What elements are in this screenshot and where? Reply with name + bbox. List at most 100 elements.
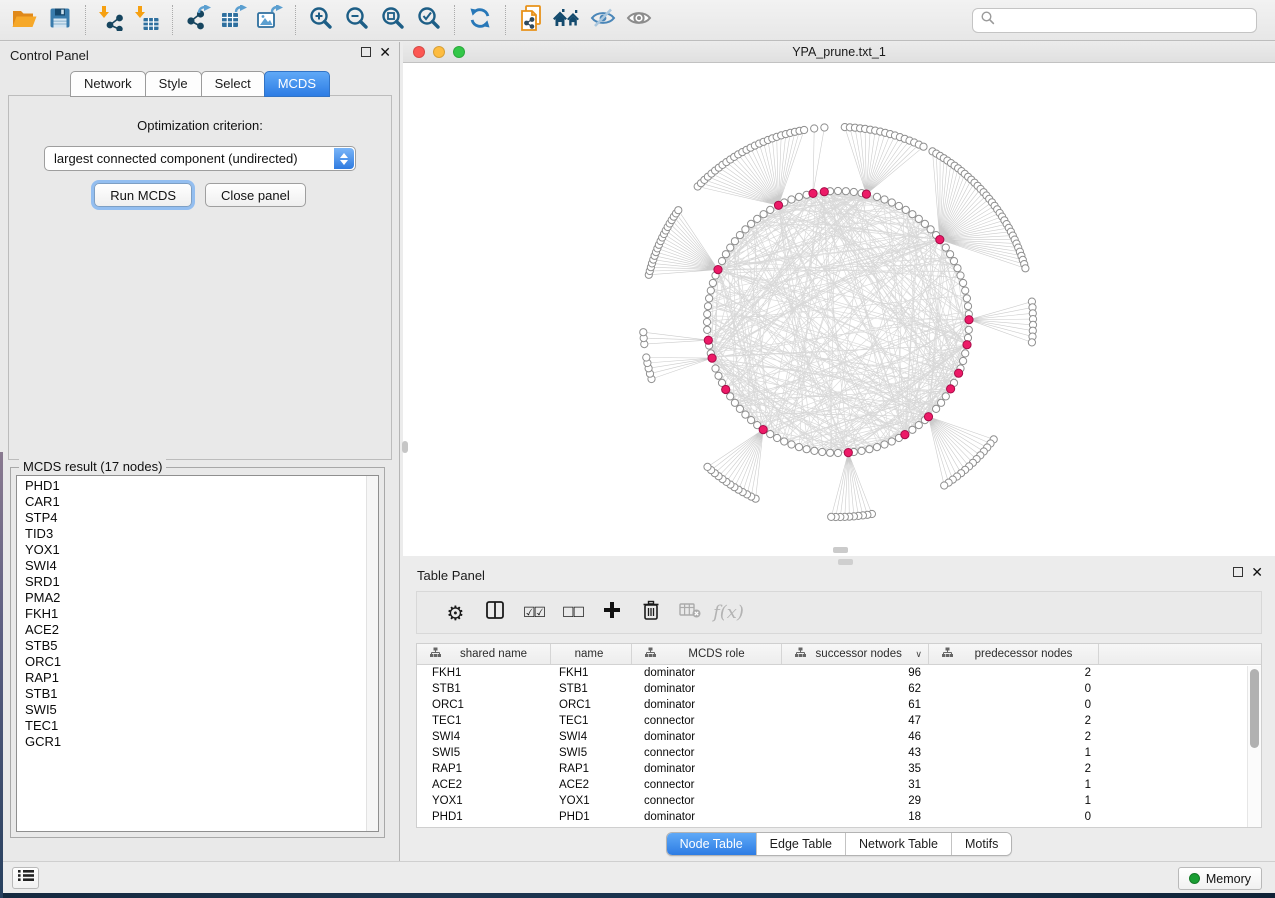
close-panel-button[interactable]: Close panel	[205, 183, 306, 207]
network-node[interactable]	[920, 143, 927, 150]
hide-details-button[interactable]	[585, 3, 621, 37]
global-search-field[interactable]	[972, 8, 1257, 33]
network-node[interactable]	[828, 513, 835, 520]
network-node[interactable]	[962, 287, 969, 294]
list-item[interactable]: PMA2	[17, 590, 378, 606]
create-column-button[interactable]	[592, 601, 631, 624]
table-row[interactable]: ACE2ACE2connector311	[417, 777, 1261, 793]
open-session-button[interactable]	[6, 3, 42, 37]
maximize-window-icon[interactable]	[453, 46, 465, 58]
dominator-node[interactable]	[963, 341, 971, 349]
network-node[interactable]	[933, 405, 940, 412]
table-row[interactable]: SWI4SWI4dominator462	[417, 729, 1261, 745]
network-node[interactable]	[803, 446, 810, 453]
network-node[interactable]	[774, 434, 781, 441]
tab-node-table[interactable]: Node Table	[667, 833, 757, 855]
function-builder-button[interactable]: f(x)	[709, 602, 748, 623]
network-node[interactable]	[704, 303, 711, 310]
list-item[interactable]: TEC1	[17, 718, 378, 734]
network-node[interactable]	[715, 372, 722, 379]
dominator-node[interactable]	[759, 426, 767, 434]
refresh-view-button[interactable]	[462, 3, 498, 37]
close-panel-icon[interactable]: ✕	[379, 47, 391, 57]
dominator-node[interactable]	[965, 316, 973, 324]
tab-style[interactable]: Style	[145, 71, 202, 97]
network-node[interactable]	[909, 426, 916, 433]
delete-table-button[interactable]	[670, 601, 709, 624]
network-node[interactable]	[811, 125, 818, 132]
network-node[interactable]	[902, 206, 909, 213]
list-item[interactable]: GCR1	[17, 734, 378, 750]
network-node[interactable]	[964, 303, 971, 310]
tab-edge-table[interactable]: Edge Table	[757, 833, 846, 855]
delete-column-button[interactable]	[631, 600, 670, 625]
network-node[interactable]	[960, 357, 967, 364]
list-item[interactable]: STP4	[17, 510, 378, 526]
network-node[interactable]	[888, 199, 895, 206]
mcds-result-list[interactable]: PHD1CAR1STP4TID3YOX1SWI4SRD1PMA2FKH1ACE2…	[16, 475, 379, 832]
network-node[interactable]	[788, 441, 795, 448]
network-node[interactable]	[866, 446, 873, 453]
network-node[interactable]	[873, 444, 880, 451]
network-node[interactable]	[941, 482, 948, 489]
dominator-node[interactable]	[722, 385, 730, 393]
task-history-button[interactable]	[12, 867, 39, 889]
network-node[interactable]	[795, 444, 802, 451]
table-row[interactable]: YOX1YOX1connector291	[417, 793, 1261, 809]
network-node[interactable]	[736, 232, 743, 239]
network-node[interactable]	[895, 202, 902, 209]
list-item[interactable]: CAR1	[17, 494, 378, 510]
close-window-icon[interactable]	[413, 46, 425, 58]
network-node[interactable]	[643, 354, 650, 361]
network-node[interactable]	[962, 350, 969, 357]
network-node[interactable]	[788, 196, 795, 203]
column-header-successor-nodes[interactable]: successor nodes ∨	[782, 644, 929, 664]
network-node[interactable]	[960, 279, 967, 286]
import-network-button[interactable]	[93, 3, 129, 37]
network-node[interactable]	[1028, 339, 1035, 346]
network-node[interactable]	[760, 211, 767, 218]
network-node[interactable]	[1022, 265, 1029, 272]
show-details-button[interactable]	[621, 3, 657, 37]
export-network-button[interactable]	[180, 3, 216, 37]
float-panel-icon[interactable]	[1233, 567, 1243, 577]
list-item[interactable]: SRD1	[17, 574, 378, 590]
select-all-button[interactable]: ☑☑	[514, 605, 553, 621]
network-node[interactable]	[821, 124, 828, 131]
list-item[interactable]: SWI5	[17, 702, 378, 718]
column-header-shared-name[interactable]: shared name	[417, 644, 551, 664]
import-table-button[interactable]	[129, 3, 165, 37]
network-node[interactable]	[921, 220, 928, 227]
tab-select[interactable]: Select	[201, 71, 265, 97]
dominator-node[interactable]	[936, 236, 944, 244]
network-node[interactable]	[748, 417, 755, 424]
network-node[interactable]	[947, 251, 954, 258]
network-node[interactable]	[909, 211, 916, 218]
network-node[interactable]	[727, 244, 734, 251]
tab-motifs[interactable]: Motifs	[952, 833, 1011, 855]
list-item[interactable]: YOX1	[17, 542, 378, 558]
network-node[interactable]	[704, 311, 711, 318]
table-row[interactable]: PHD1PHD1dominator180	[417, 809, 1261, 825]
network-node[interactable]	[942, 244, 949, 251]
tab-network[interactable]: Network	[70, 71, 146, 97]
table-row[interactable]: FKH1FKH1dominator962	[417, 665, 1261, 681]
network-node[interactable]	[942, 393, 949, 400]
network-node[interactable]	[640, 329, 647, 336]
table-row[interactable]: SWI5SWI5connector431	[417, 745, 1261, 761]
network-node[interactable]	[950, 258, 957, 265]
run-mcds-button[interactable]: Run MCDS	[94, 183, 192, 207]
network-node[interactable]	[727, 393, 734, 400]
minimize-window-icon[interactable]	[433, 46, 445, 58]
zoom-in-button[interactable]	[303, 3, 339, 37]
dominator-node[interactable]	[820, 188, 828, 196]
network-node[interactable]	[827, 449, 834, 456]
network-node[interactable]	[718, 258, 725, 265]
network-node[interactable]	[707, 287, 714, 294]
column-header-mcds-role[interactable]: MCDS role	[632, 644, 782, 664]
tab-mcds[interactable]: MCDS	[264, 71, 330, 97]
network-node[interactable]	[704, 463, 711, 470]
network-node[interactable]	[709, 279, 716, 286]
network-node[interactable]	[938, 399, 945, 406]
network-node[interactable]	[881, 196, 888, 203]
